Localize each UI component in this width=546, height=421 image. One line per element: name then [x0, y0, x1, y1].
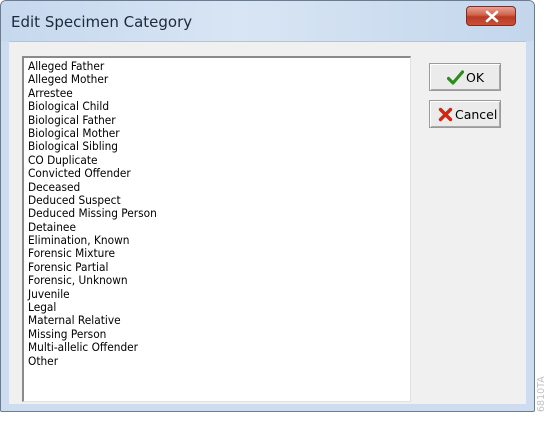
cancel-button[interactable]: Cancel — [429, 100, 501, 128]
checkmark-icon — [447, 70, 464, 85]
list-item[interactable]: Legal — [28, 300, 379, 314]
ok-button[interactable]: OK — [429, 63, 501, 91]
list-item[interactable]: Biological Sibling — [28, 139, 379, 153]
cancel-label: Cancel — [455, 107, 498, 122]
list-item[interactable]: Missing Person — [28, 327, 379, 341]
list-item[interactable]: Deduced Suspect — [28, 193, 379, 207]
list-item[interactable]: Biological Child — [28, 99, 379, 113]
list-item[interactable]: Forensic, Unknown — [28, 273, 379, 287]
list-item[interactable]: Alleged Mother — [28, 72, 379, 86]
list-item[interactable]: Alleged Father — [28, 59, 379, 73]
close-button[interactable] — [466, 6, 516, 26]
close-icon — [485, 10, 499, 23]
list-item[interactable]: Biological Father — [28, 113, 379, 127]
dialog-client-area: Alleged Father Alleged Mother Arrestee Biol… — [9, 41, 526, 404]
list-item[interactable]: Detainee — [28, 220, 379, 234]
list-item[interactable]: Biological Mother — [28, 126, 379, 140]
list-item[interactable]: Deduced Missing Person — [28, 206, 379, 220]
list-item[interactable]: Deceased — [28, 180, 379, 194]
list-item[interactable]: Forensic Partial — [28, 260, 379, 274]
list-item[interactable]: Convicted Offender — [28, 166, 379, 180]
list-item[interactable]: Juvenile — [28, 287, 379, 301]
list-item[interactable]: CO Duplicate — [28, 153, 379, 167]
list-item[interactable]: Elimination, Known — [28, 233, 379, 247]
specimen-category-list[interactable]: Alleged Father Alleged Mother Arrestee Biol… — [22, 56, 411, 402]
list-item[interactable]: Maternal Relative — [28, 314, 379, 328]
list-item[interactable]: Other — [28, 354, 379, 368]
list-item[interactable]: Forensic Mixture — [28, 247, 379, 261]
title-bar[interactable]: Edit Specimen Category — [1, 1, 534, 41]
list-item[interactable]: Multi-allelic Offender — [28, 340, 379, 354]
red-x-icon — [438, 107, 453, 122]
window-title: Edit Specimen Category — [11, 13, 193, 31]
figure-id-watermark: 6810TA — [536, 376, 546, 412]
list-item[interactable]: Arrestee — [28, 86, 379, 100]
edit-specimen-category-dialog: Edit Specimen Category Alleged Father All… — [0, 0, 535, 412]
ok-label: OK — [466, 70, 485, 85]
